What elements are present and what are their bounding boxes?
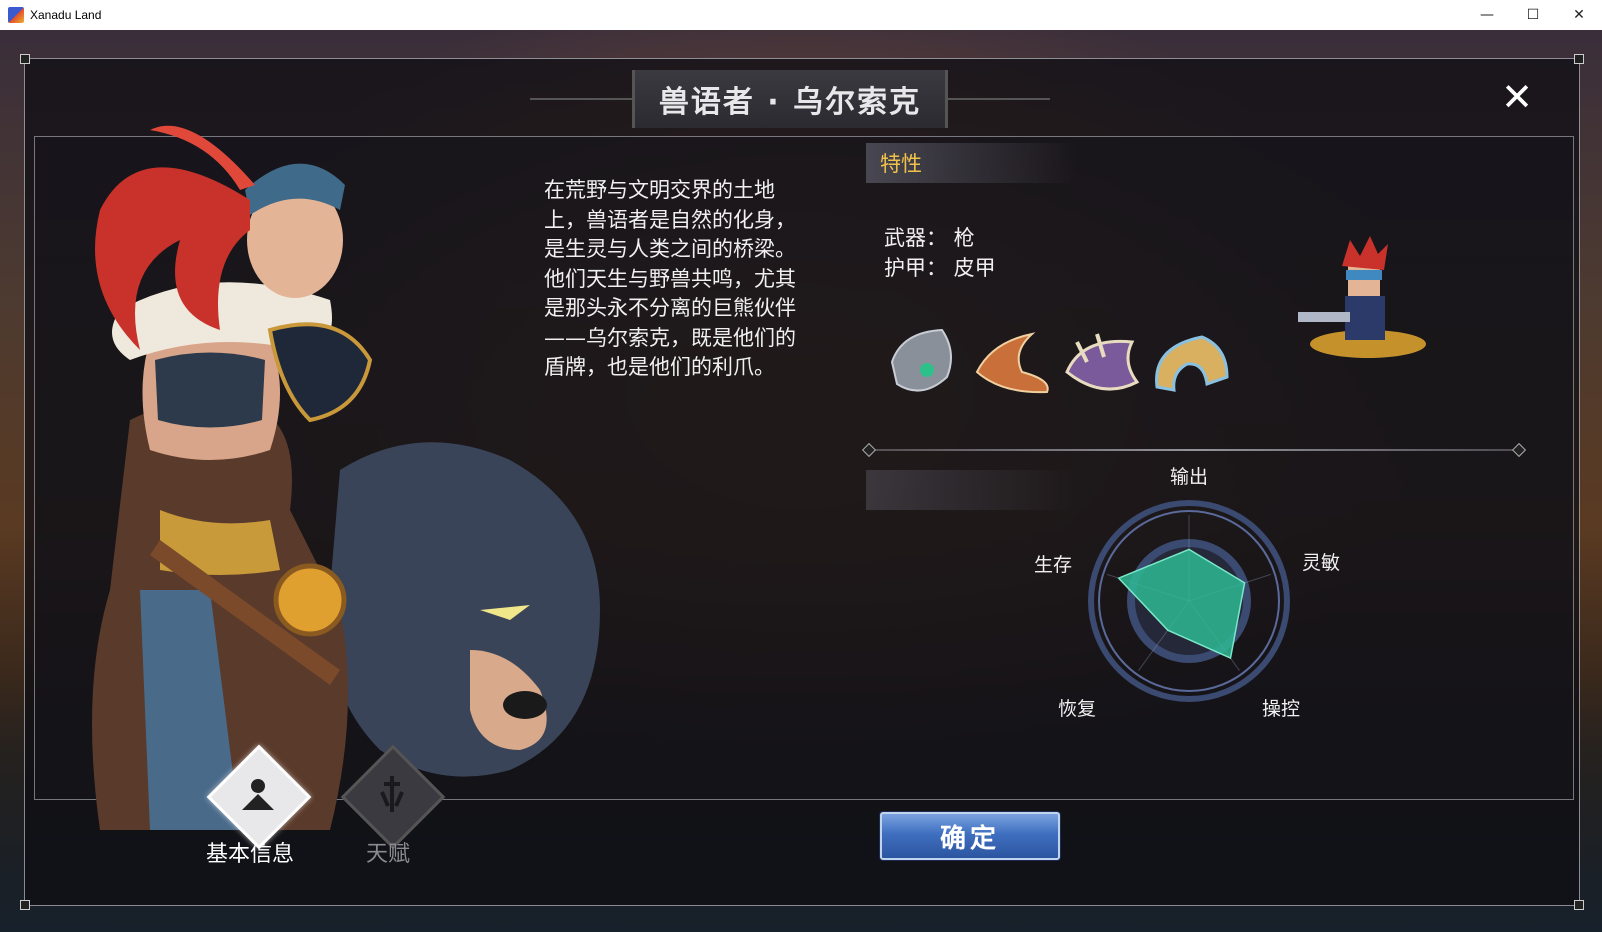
minimize-button[interactable]: — — [1464, 0, 1510, 30]
sprite-visor — [1346, 270, 1382, 280]
weapon-line: 武器： 枪 — [884, 226, 975, 250]
stats-header — [866, 470, 1076, 510]
bear-nose — [503, 691, 547, 719]
traits-header: 特性 — [866, 143, 1076, 183]
radar-label-agility: 灵敏 — [1302, 552, 1341, 574]
character-sprite — [1298, 236, 1426, 358]
radar-label-output: 输出 — [1170, 466, 1209, 488]
close-button[interactable]: ✕ — [1500, 78, 1534, 116]
sprite-hair — [1342, 236, 1388, 270]
window-title: Xanadu Land — [30, 8, 102, 22]
sprite-body — [1345, 296, 1385, 340]
window-close-button[interactable]: ✕ — [1556, 0, 1602, 30]
dialog-title: 兽语者 · 乌尔索克 — [658, 85, 922, 120]
frame-corner — [1574, 900, 1584, 910]
window-controls: — ☐ ✕ — [1464, 0, 1602, 30]
frame-corner — [20, 900, 30, 910]
banner-plate: 兽语者 · 乌尔索克 — [631, 70, 949, 128]
info-emblem-icon — [242, 779, 274, 810]
amulet-icon[interactable] — [890, 328, 952, 392]
sprite-gun — [1298, 312, 1350, 322]
bear-head — [328, 442, 600, 777]
equipment-icons — [890, 328, 1229, 394]
talent-emblem-icon — [380, 776, 404, 812]
tab-talent[interactable]: 天赋 — [366, 836, 410, 868]
section-divider — [861, 442, 1527, 458]
traits-header-label: 特性 — [880, 152, 922, 176]
confirm-button[interactable]: 确定 — [880, 812, 1060, 860]
radar-label-survival: 生存 — [1034, 554, 1073, 576]
shoulder-pad — [267, 322, 373, 423]
top-armor — [155, 352, 265, 428]
title-banner: 兽语者 · 乌尔索克 — [530, 68, 1050, 130]
app-icon — [8, 7, 24, 23]
armor-line: 护甲： 皮甲 — [884, 256, 996, 280]
frame-corner — [1574, 54, 1584, 64]
stats-radar-chart — [1088, 500, 1290, 702]
bone-horn-icon[interactable] — [1065, 333, 1140, 391]
maximize-button[interactable]: ☐ — [1510, 0, 1556, 30]
frame-corner — [20, 54, 30, 64]
staff-orb — [273, 563, 347, 637]
character-portrait — [92, 125, 600, 830]
horn-icon[interactable] — [975, 332, 1049, 394]
window-titlebar: Xanadu Land — ☐ ✕ — [0, 0, 1602, 31]
tab-basic-info[interactable]: 基本信息 — [206, 836, 294, 868]
crescent-horn-icon[interactable] — [1155, 335, 1229, 392]
character-description: 在荒野与文明交界的土地上，兽语者是自然的化身，是生灵与人类之间的桥梁。他们天生与… — [544, 178, 796, 379]
game-scene: 兽语者 · 乌尔索克 ✕ 在荒野与文明交界的土地上，兽语者是自然的化身，是生灵与… — [0, 30, 1602, 932]
